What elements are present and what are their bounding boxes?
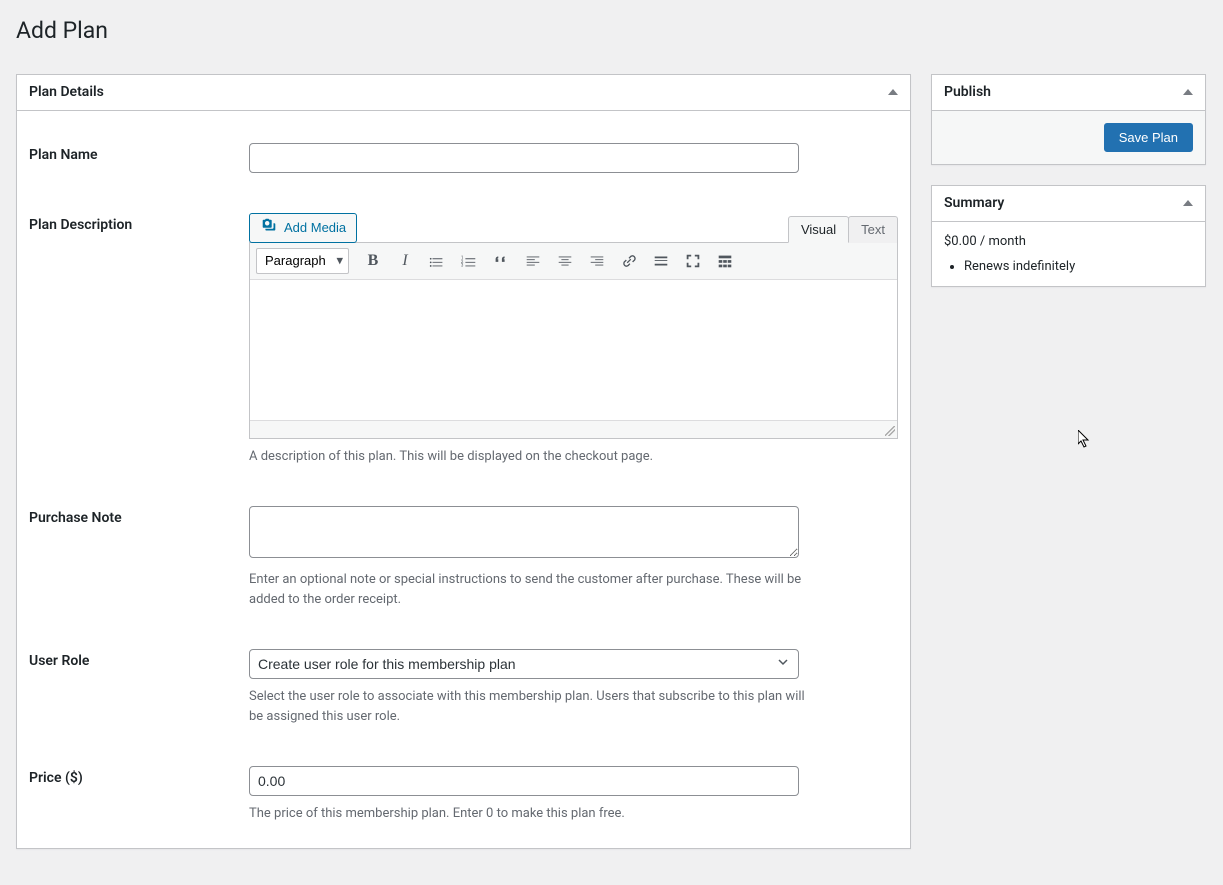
price-help: The price of this membership plan. Enter… bbox=[249, 804, 809, 824]
save-plan-button[interactable]: Save Plan bbox=[1104, 123, 1193, 152]
price-input[interactable] bbox=[249, 766, 799, 796]
purchase-note-label: Purchase Note bbox=[29, 506, 249, 609]
plan-details-header[interactable]: Plan Details bbox=[17, 75, 910, 111]
summary-header[interactable]: Summary bbox=[932, 186, 1205, 222]
summary-price: $0.00 / month bbox=[944, 234, 1193, 249]
bold-button[interactable]: B bbox=[359, 247, 387, 275]
svg-text:3: 3 bbox=[461, 262, 464, 268]
publish-header[interactable]: Publish bbox=[932, 75, 1205, 111]
tab-visual[interactable]: Visual bbox=[788, 216, 849, 243]
price-label: Price ($) bbox=[29, 766, 249, 824]
number-list-button[interactable]: 123 bbox=[455, 247, 483, 275]
plan-details-panel: Plan Details Plan Name Plan Description bbox=[16, 74, 911, 849]
summary-panel: Summary $0.00 / month Renews indefinitel… bbox=[931, 185, 1206, 287]
collapse-icon bbox=[888, 89, 898, 95]
summary-title: Summary bbox=[944, 195, 1004, 211]
align-center-button[interactable] bbox=[551, 247, 579, 275]
publish-title: Publish bbox=[944, 84, 991, 100]
description-help: A description of this plan. This will be… bbox=[249, 447, 849, 467]
user-role-help: Select the user role to associate with t… bbox=[249, 687, 809, 726]
cursor-icon bbox=[1078, 430, 1092, 450]
page-title: Add Plan bbox=[16, 16, 1206, 46]
collapse-icon bbox=[1183, 200, 1193, 206]
link-button[interactable] bbox=[615, 247, 643, 275]
bullet-list-button[interactable] bbox=[423, 247, 451, 275]
editor-status-bar bbox=[250, 420, 897, 438]
summary-renew-item: Renews indefinitely bbox=[964, 259, 1193, 274]
media-icon bbox=[260, 217, 278, 238]
plan-name-label: Plan Name bbox=[29, 143, 249, 173]
italic-button[interactable]: I bbox=[391, 247, 419, 275]
plan-details-title: Plan Details bbox=[29, 84, 104, 100]
read-more-button[interactable] bbox=[647, 247, 675, 275]
purchase-note-help: Enter an optional note or special instru… bbox=[249, 570, 809, 609]
fullscreen-button[interactable] bbox=[679, 247, 707, 275]
user-role-label: User Role bbox=[29, 649, 249, 726]
purchase-note-textarea[interactable] bbox=[249, 506, 799, 558]
add-media-button[interactable]: Add Media bbox=[249, 213, 357, 243]
plan-name-input[interactable] bbox=[249, 143, 799, 173]
format-select[interactable]: Paragraph bbox=[256, 248, 349, 274]
description-editor[interactable] bbox=[250, 280, 897, 420]
collapse-icon bbox=[1183, 89, 1193, 95]
tab-text[interactable]: Text bbox=[848, 216, 898, 243]
publish-panel: Publish Save Plan bbox=[931, 74, 1206, 165]
align-left-button[interactable] bbox=[519, 247, 547, 275]
user-role-select[interactable]: Create user role for this membership pla… bbox=[249, 649, 799, 679]
toolbar-toggle-button[interactable] bbox=[711, 247, 739, 275]
quote-button[interactable] bbox=[487, 247, 515, 275]
plan-description-label: Plan Description bbox=[29, 213, 249, 467]
align-right-button[interactable] bbox=[583, 247, 611, 275]
add-media-label: Add Media bbox=[284, 220, 346, 235]
